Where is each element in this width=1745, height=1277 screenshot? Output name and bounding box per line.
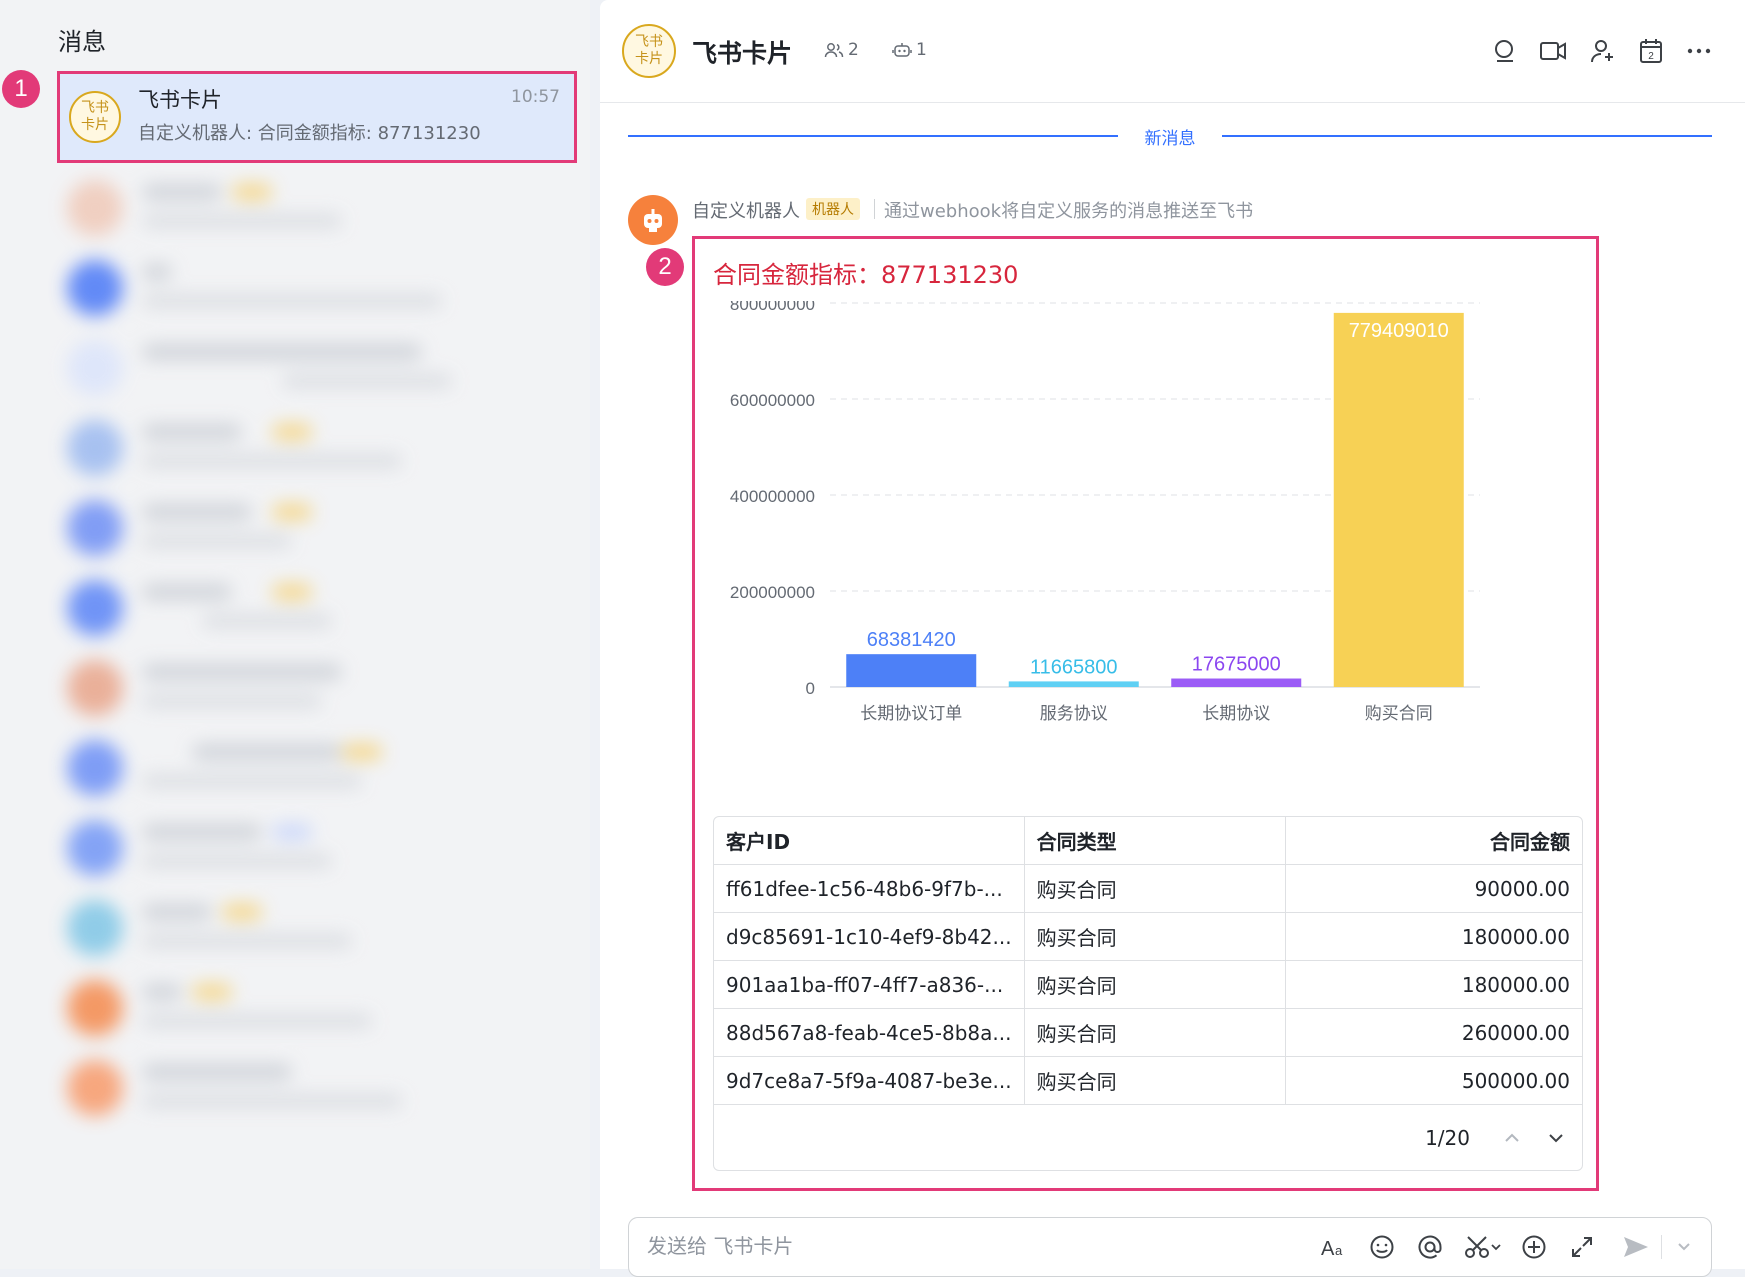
svg-text:a: a [1335,1243,1343,1258]
header-avatar[interactable]: 飞书卡片 [622,24,676,78]
members-icon [824,43,844,58]
table-row: 901aa1ba-ff07-4ff7-a836-... 购买合同 180000.00 [714,960,1582,1009]
cell-contract-amount: 180000.00 [1284,960,1582,1009]
chat-time: 10:57 [511,87,560,107]
new-messages-label: 新消息 [1144,129,1196,149]
message-input[interactable] [645,1230,1229,1262]
y-tick-label: 600000000 [730,391,815,410]
composer-separator [1661,1235,1662,1259]
data-label: 17675000 [1192,654,1281,676]
data-label: 11665800 [1030,656,1118,678]
cell-contract-amount: 500000.00 [1284,1056,1582,1105]
data-table: 客户ID 合同类型 合同金额 ff61dfee-1c56-48b6-9f7b-.… [713,816,1583,1171]
robot-icon [644,209,662,232]
font-icon[interactable]: Aa [1319,1232,1349,1262]
bots-count[interactable]: 1 [892,40,927,60]
add-icon[interactable] [1519,1232,1549,1262]
data-label: 779409010 [1349,320,1449,342]
cell-contract-amount: 180000.00 [1284,912,1582,961]
chevron-down-icon[interactable] [1542,1124,1570,1152]
cell-customer-id: 9d7ce8a7-5f9a-4087-be3e... [714,1056,1025,1105]
add-member-icon[interactable] [1588,36,1618,66]
x-tick-label: 购买合同 [1365,704,1433,724]
chat-name: 飞书卡片 [138,88,222,112]
table-header-row: 客户ID 合同类型 合同金额 [714,817,1582,865]
bar [1171,678,1302,687]
chat-list-panel: 消息 飞书卡片 飞书卡片 10:57 自定义机器人: 合同金额指标: 87713… [0,0,590,1269]
expand-icon[interactable] [1567,1232,1597,1262]
bar [846,654,977,687]
annotation-marker-2: 2 [646,248,684,286]
cell-contract-amount: 260000.00 [1284,1008,1582,1057]
x-tick-label: 服务协议 [1040,704,1108,724]
scissors-icon[interactable] [1463,1232,1503,1262]
bar-chart: 0 200000000 400000000 600000000 800000000 683… [730,301,1480,724]
annotation-marker-1: 1 [2,70,40,108]
table-row: d9c85691-1c10-4ef9-8b42... 购买合同 180000.00 [714,912,1582,961]
send-icon[interactable] [1621,1232,1651,1262]
data-label: 68381420 [867,629,956,651]
y-tick-label: 200000000 [730,583,815,602]
cell-customer-id: ff61dfee-1c56-48b6-9f7b-... [714,864,1025,913]
bots-count-text: 1 [916,40,927,60]
chat-avatar-text: 飞书卡片 [81,100,109,133]
svg-text:A: A [1321,1238,1335,1259]
bar [1008,681,1139,687]
cell-contract-type: 购买合同 [1023,912,1286,961]
message-composer: Aa [628,1217,1712,1277]
video-icon[interactable] [1538,36,1568,66]
cell-contract-type: 购买合同 [1023,1056,1286,1105]
y-tick-label: 0 [806,679,815,698]
search-icon[interactable] [1490,36,1520,66]
table-row: 9d7ce8a7-5f9a-4087-be3e... 购买合同 500000.00 [714,1056,1582,1105]
sender-name: 自定义机器人 [692,201,800,222]
members-count[interactable]: 2 [824,40,859,60]
chat-title: 飞书卡片 [692,39,793,68]
column-header-customer-id: 客户ID [714,817,1025,865]
x-tick-label: 长期协议订单 [860,704,962,724]
bot-tag: 机器人 [806,198,860,220]
bot-icon [892,43,912,57]
calendar-day: 2 [1648,51,1654,62]
bot-avatar[interactable] [628,195,678,245]
cell-contract-type: 购买合同 [1023,1008,1286,1057]
chat-header: 飞书卡片 飞书卡片 2 1 2 [600,0,1745,103]
new-messages-divider: 新消息 [628,124,1712,149]
sender-separator [874,199,875,219]
y-tick-label: 400000000 [730,487,815,506]
chat-avatar: 飞书卡片 [69,91,121,143]
sender-description: 通过webhook将自定义服务的消息推送至飞书 [884,201,1254,222]
calendar-icon[interactable]: 2 [1636,36,1666,66]
message-card: 合同金额指标：877131230 0 200000000 400000000 6000… [692,236,1599,1191]
cell-customer-id: d9c85691-1c10-4ef9-8b42... [714,912,1025,961]
column-header-contract-type: 合同类型 [1023,817,1286,865]
page-indicator: 1/20 [1425,1126,1470,1150]
more-icon[interactable] [1684,36,1714,66]
emoji-icon[interactable] [1367,1232,1397,1262]
cell-customer-id: 901aa1ba-ff07-4ff7-a836-... [714,960,1025,1009]
blurred-chat-list [42,168,572,1269]
table-pagination: 1/20 [1282,1110,1582,1170]
column-header-contract-amount: 合同金额 [1284,817,1582,865]
chevron-down-icon[interactable] [1669,1232,1699,1262]
bar [1333,312,1464,687]
cell-contract-amount: 90000.00 [1284,864,1582,913]
chevron-up-icon[interactable] [1498,1124,1526,1152]
panel-title: 消息 [58,28,106,56]
table-row: ff61dfee-1c56-48b6-9f7b-... 购买合同 90000.00 [714,864,1582,913]
members-count-text: 2 [848,40,859,60]
chat-panel: 飞书卡片 飞书卡片 2 1 2 新消息 自定义机器人 机器人 通过webhook… [600,0,1745,1277]
mention-icon[interactable] [1415,1232,1445,1262]
chat-preview: 自定义机器人: 合同金额指标: 877131230 [138,123,481,144]
y-tick-label: 800000000 [730,301,815,314]
header-avatar-text: 飞书卡片 [635,34,663,67]
cell-contract-type: 购买合同 [1023,864,1286,913]
table-row: 88d567a8-feab-4ce5-8b8a... 购买合同 260000.00 [714,1008,1582,1057]
cell-customer-id: 88d567a8-feab-4ce5-8b8a... [714,1008,1025,1057]
cell-contract-type: 购买合同 [1023,960,1286,1009]
x-tick-label: 长期协议 [1202,704,1270,724]
card-title: 合同金额指标：877131230 [713,261,1019,289]
chat-list-item-feishu-card[interactable]: 飞书卡片 飞书卡片 10:57 自定义机器人: 合同金额指标: 87713123… [57,71,577,163]
